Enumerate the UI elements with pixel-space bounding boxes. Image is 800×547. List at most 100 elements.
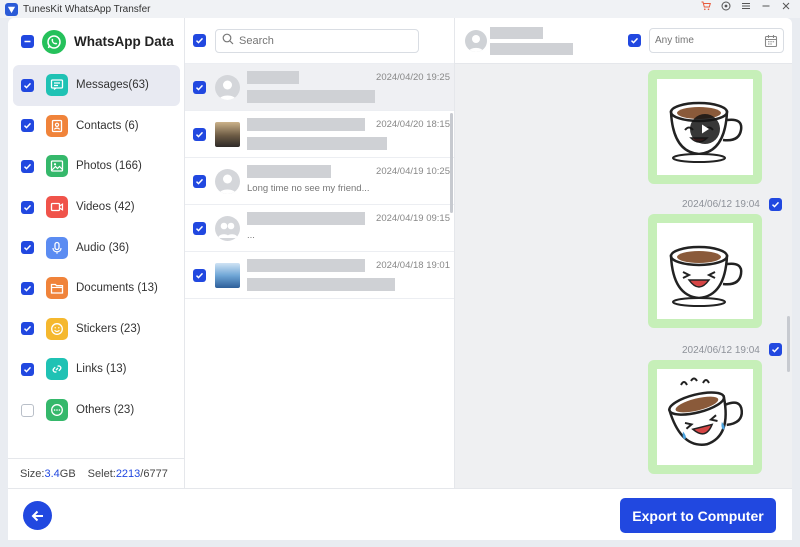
others-icon <box>46 399 68 422</box>
search-input[interactable] <box>239 34 409 47</box>
video-sticker-message[interactable] <box>648 70 762 184</box>
menu-icon[interactable] <box>736 0 756 18</box>
sidebar-item-label: Videos (42) <box>76 201 135 214</box>
conversation-row[interactable]: 2024/04/19 09:15 ... <box>185 205 454 252</box>
sticker-message[interactable] <box>648 214 762 328</box>
others-checkbox[interactable] <box>21 403 34 417</box>
videos-icon <box>46 196 68 219</box>
conversation-time: 2024/04/19 09:15 <box>376 213 450 224</box>
search-box[interactable] <box>215 28 419 53</box>
conversation-preview: Long time no see my friend... <box>247 183 370 194</box>
select-all-conversations-checkbox[interactable] <box>193 34 206 47</box>
conversation-list: 2024/04/20 19:25 2024/04/20 18:15 2024/0… <box>185 18 455 488</box>
cart-icon[interactable] <box>696 0 716 18</box>
photos-icon <box>46 155 68 178</box>
date-filter-input[interactable] <box>655 35 755 46</box>
calendar-icon[interactable] <box>764 34 778 53</box>
chat-scrollbar[interactable] <box>787 316 790 372</box>
sidebar-item-photos[interactable]: Photos (166) <box>13 146 180 187</box>
redacted-name <box>247 259 365 272</box>
sidebar-header: WhatsApp Data <box>8 18 184 65</box>
sidebar-item-stickers[interactable]: Stickers (23) <box>13 309 180 350</box>
select-value: 2213 <box>115 467 141 480</box>
sidebar-item-contacts[interactable]: Contacts (6) <box>13 106 180 147</box>
conversation-checkbox[interactable] <box>193 268 206 282</box>
select-label: Selet: <box>87 467 116 480</box>
storage-summary: Size: 3.4 GB Selet: 2213 /6777 <box>8 458 185 488</box>
close-icon[interactable] <box>776 0 796 18</box>
links-icon <box>46 358 68 381</box>
documents-checkbox[interactable] <box>21 281 34 295</box>
conversation-row[interactable]: 2024/04/20 18:15 <box>185 111 454 158</box>
conversation-checkbox[interactable] <box>193 221 206 235</box>
sidebar-item-label: Links (13) <box>76 363 127 376</box>
redacted-name <box>247 212 365 225</box>
messages-checkbox[interactable] <box>21 78 34 92</box>
message-checkbox[interactable] <box>769 198 782 211</box>
redacted-contact-number <box>490 43 573 55</box>
conversation-row[interactable]: 2024/04/19 10:25 Long time no see my fri… <box>185 158 454 205</box>
conversation-time: 2024/04/19 10:25 <box>376 166 450 177</box>
links-checkbox[interactable] <box>21 362 34 376</box>
sidebar-item-label: Others (23) <box>76 404 135 417</box>
conversation-time: 2024/04/20 18:15 <box>376 119 450 130</box>
conversation-row[interactable]: 2024/04/18 19:01 <box>185 252 454 299</box>
size-unit: GB <box>59 467 76 480</box>
redacted-preview <box>247 278 395 291</box>
conversation-header <box>185 18 454 64</box>
conversation-preview: ... <box>247 230 255 241</box>
select-all-checkbox[interactable] <box>21 35 34 48</box>
date-filter[interactable] <box>649 28 784 53</box>
conversation-scrollbar[interactable] <box>450 113 453 213</box>
sidebar-title: WhatsApp Data <box>74 34 174 49</box>
back-button[interactable] <box>23 501 52 530</box>
documents-icon <box>46 277 68 300</box>
videos-checkbox[interactable] <box>21 200 34 214</box>
conversation-checkbox[interactable] <box>193 80 206 94</box>
sidebar-item-label: Photos (166) <box>76 160 142 173</box>
message-time: 2024/06/12 19:04 <box>682 199 760 210</box>
size-value: 3.4 <box>44 467 60 480</box>
stickers-icon <box>46 317 68 340</box>
search-icon <box>222 32 234 50</box>
contacts-checkbox[interactable] <box>21 119 34 133</box>
sidebar-item-audio[interactable]: Audio (36) <box>13 227 180 268</box>
sidebar-item-label: Documents (13) <box>76 282 158 295</box>
conversation-row[interactable]: 2024/04/20 19:25 <box>185 64 454 111</box>
audio-checkbox[interactable] <box>21 241 34 255</box>
select-total: /6777 <box>140 467 168 480</box>
sticker-message[interactable] <box>648 360 762 474</box>
feedback-icon[interactable] <box>716 0 736 18</box>
contacts-icon <box>46 114 68 137</box>
bottom-bar: Export to Computer <box>8 488 792 540</box>
sidebar-item-links[interactable]: Links (13) <box>13 349 180 390</box>
contact-avatar <box>215 168 240 194</box>
sidebar-item-label: Contacts (6) <box>76 119 139 132</box>
message-time: 2024/06/12 19:04 <box>682 345 760 356</box>
export-to-computer-button[interactable]: Export to Computer <box>620 498 776 533</box>
whatsapp-icon <box>42 29 66 54</box>
app-logo-icon <box>5 2 18 16</box>
sidebar-item-others[interactable]: Others (23) <box>13 390 180 431</box>
chat-header <box>455 18 792 64</box>
sidebar-item-documents[interactable]: Documents (13) <box>13 268 180 309</box>
chat-select-checkbox[interactable] <box>628 34 641 47</box>
conversation-checkbox[interactable] <box>193 174 206 188</box>
photos-checkbox[interactable] <box>21 159 34 173</box>
message-checkbox[interactable] <box>769 343 782 356</box>
sidebar-item-label: Messages(63) <box>76 79 149 92</box>
conversation-time: 2024/04/20 19:25 <box>376 72 450 83</box>
chat-panel: 2024/06/12 19:04 2024/06/12 19:04 <box>455 18 792 488</box>
sidebar: WhatsApp Data Messages(63) Contacts (6) … <box>8 18 185 488</box>
sidebar-item-videos[interactable]: Videos (42) <box>13 187 180 228</box>
sidebar-item-messages[interactable]: Messages(63) <box>13 65 180 106</box>
contact-avatar <box>215 121 240 147</box>
redacted-name <box>247 71 299 84</box>
minimize-icon[interactable] <box>756 0 776 18</box>
stickers-checkbox[interactable] <box>21 322 34 336</box>
contact-avatar <box>215 262 240 288</box>
play-icon[interactable] <box>690 114 720 144</box>
conversation-checkbox[interactable] <box>193 127 206 141</box>
sidebar-item-label: Stickers (23) <box>76 322 141 335</box>
redacted-name <box>247 118 365 131</box>
